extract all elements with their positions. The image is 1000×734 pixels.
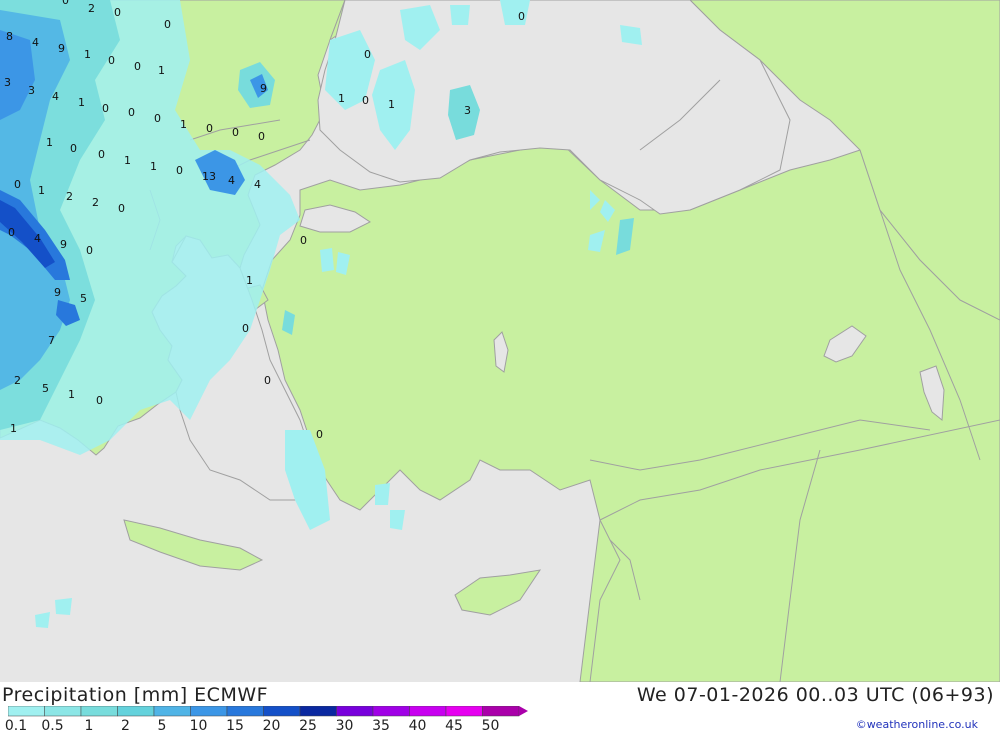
color-scale-swatch [336,706,374,717]
precip-value-label: 4 [34,232,41,245]
precip-value-label: 0 [86,244,93,257]
precip-value-label: 5 [42,382,49,395]
precip-value-label: 1 [388,98,395,111]
precip-value-label: 4 [254,178,261,191]
color-scale-tick: 2 [121,718,130,734]
color-scale-arrow [519,706,528,716]
color-scale-tick: 15 [226,718,244,734]
color-scale-swatch [226,706,264,717]
footer: Precipitation [mm] ECMWF We 07-01-2026 0… [0,682,1000,734]
precip-value-label: 1 [246,274,253,287]
precip-value-label: 3 [28,84,35,97]
precip-value-label: 0 [8,226,15,239]
precip-value-label: 3 [4,76,11,89]
precip-value-label: 4 [52,90,59,103]
precip-value-label: 9 [260,82,267,95]
precip-value-label: 5 [80,292,87,305]
precip-value-label: 0 [518,10,525,23]
color-scale-swatch [445,706,483,717]
precip-value-label: 0 [102,102,109,115]
precip-value-label: 1 [158,64,165,77]
precip-value-label: 2 [92,196,99,209]
color-scale-labels: 0.1 0.5 1 2 5 10 15 20 25 30 35 40 45 50 [0,718,520,734]
precip-value-label: 1 [46,136,53,149]
precipitation-map: 02 0008 4 9 1 0 0 133 4 1 0 0 0 1 0 0 0901 0 1 31 0 0 1 1 0 13 4 40… [0,0,1000,682]
precip-value-label: 0 [14,178,21,191]
precip-value-label: 0 [300,234,307,247]
color-scale-swatch [299,706,337,717]
precip-value-label: 0 [176,164,183,177]
precip-value-label: 0 [364,48,371,61]
precip-value-label: 0 [134,60,141,73]
color-scale-swatch [263,706,301,717]
precip-value-label: 0 [118,202,125,215]
color-scale-swatch [372,706,410,717]
precip-value-label: 0 [316,428,323,441]
precip-value-label: 1 [124,154,131,167]
color-scale-tick: 0.1 [4,718,28,734]
color-scale-swatch [117,706,155,717]
precip-value-label: 0 [258,130,265,143]
precip-value-label: 7 [48,334,55,347]
color-scale-swatch [409,706,447,717]
precip-value-label: 0 [206,122,213,135]
precip-value-label: 0 [264,374,271,387]
precip-value-label: 1 [84,48,91,61]
precip-value-label: 9 [60,238,67,251]
color-scale-tick: 35 [372,718,390,734]
precip-value-label: 8 [6,30,13,43]
credit-link[interactable]: ©weatheronline.co.uk [856,718,978,731]
precip-value-label: 0 [70,142,77,155]
precip-value-label: 3 [464,104,471,117]
color-scale-tick: 40 [408,718,427,734]
color-scale-tick: 10 [189,718,208,734]
precip-value-label: 2 [88,2,95,15]
color-scale-swatch [80,706,118,717]
color-scale-swatch [8,706,45,717]
precip-value-label: 0 [232,126,239,139]
precip-value-label: 1 [150,160,157,173]
precip-value-label: 0 [96,394,103,407]
precip-value-label: 1 [180,118,187,131]
precip-value-label: 1 [10,422,17,435]
precip-value-label: 4 [32,36,39,49]
forecast-datetime: We 07-01-2026 00..03 UTC (06+93) [636,684,994,706]
color-scale-tick: 25 [299,718,317,734]
precip-value-label: 0 [362,94,369,107]
precip-value-label: 0 [128,106,135,119]
precip-value-label: 0 [98,148,105,161]
precip-value-label: 0 [114,6,121,19]
precip-value-label: 1 [38,184,45,197]
precip-value-label: 1 [338,92,345,105]
color-scale-tick: 5 [157,718,167,734]
precip-value-label: 4 [228,174,235,187]
precip-value-label: 1 [68,388,75,401]
color-scale-tick: 20 [262,718,281,734]
precip-value-label: 2 [66,190,73,203]
precip-value-label: 13 [202,170,216,183]
color-scale-tick: 50 [481,718,500,734]
color-scale-swatch [153,706,191,717]
precip-value-label: 0 [164,18,171,31]
map-title: Precipitation [mm] ECMWF [2,684,269,706]
precip-value-label: 0 [62,0,69,7]
color-scale-swatch [190,706,228,717]
color-scale-swatch [482,706,520,717]
color-scale-tick: 1 [84,718,94,734]
precip-value-label: 9 [58,42,65,55]
color-scale-tick: 0.5 [41,718,64,734]
precip-value-label: 1 [78,96,85,109]
precip-value-label: 9 [54,286,61,299]
precip-value-label: 2 [14,374,21,387]
color-scale-tick: 45 [445,718,463,734]
precip-value-label: 0 [154,112,161,125]
color-scale-tick: 30 [335,718,354,734]
precip-value-label: 0 [108,54,115,67]
precip-value-label: 0 [242,322,249,335]
color-scale-swatch [44,706,82,717]
